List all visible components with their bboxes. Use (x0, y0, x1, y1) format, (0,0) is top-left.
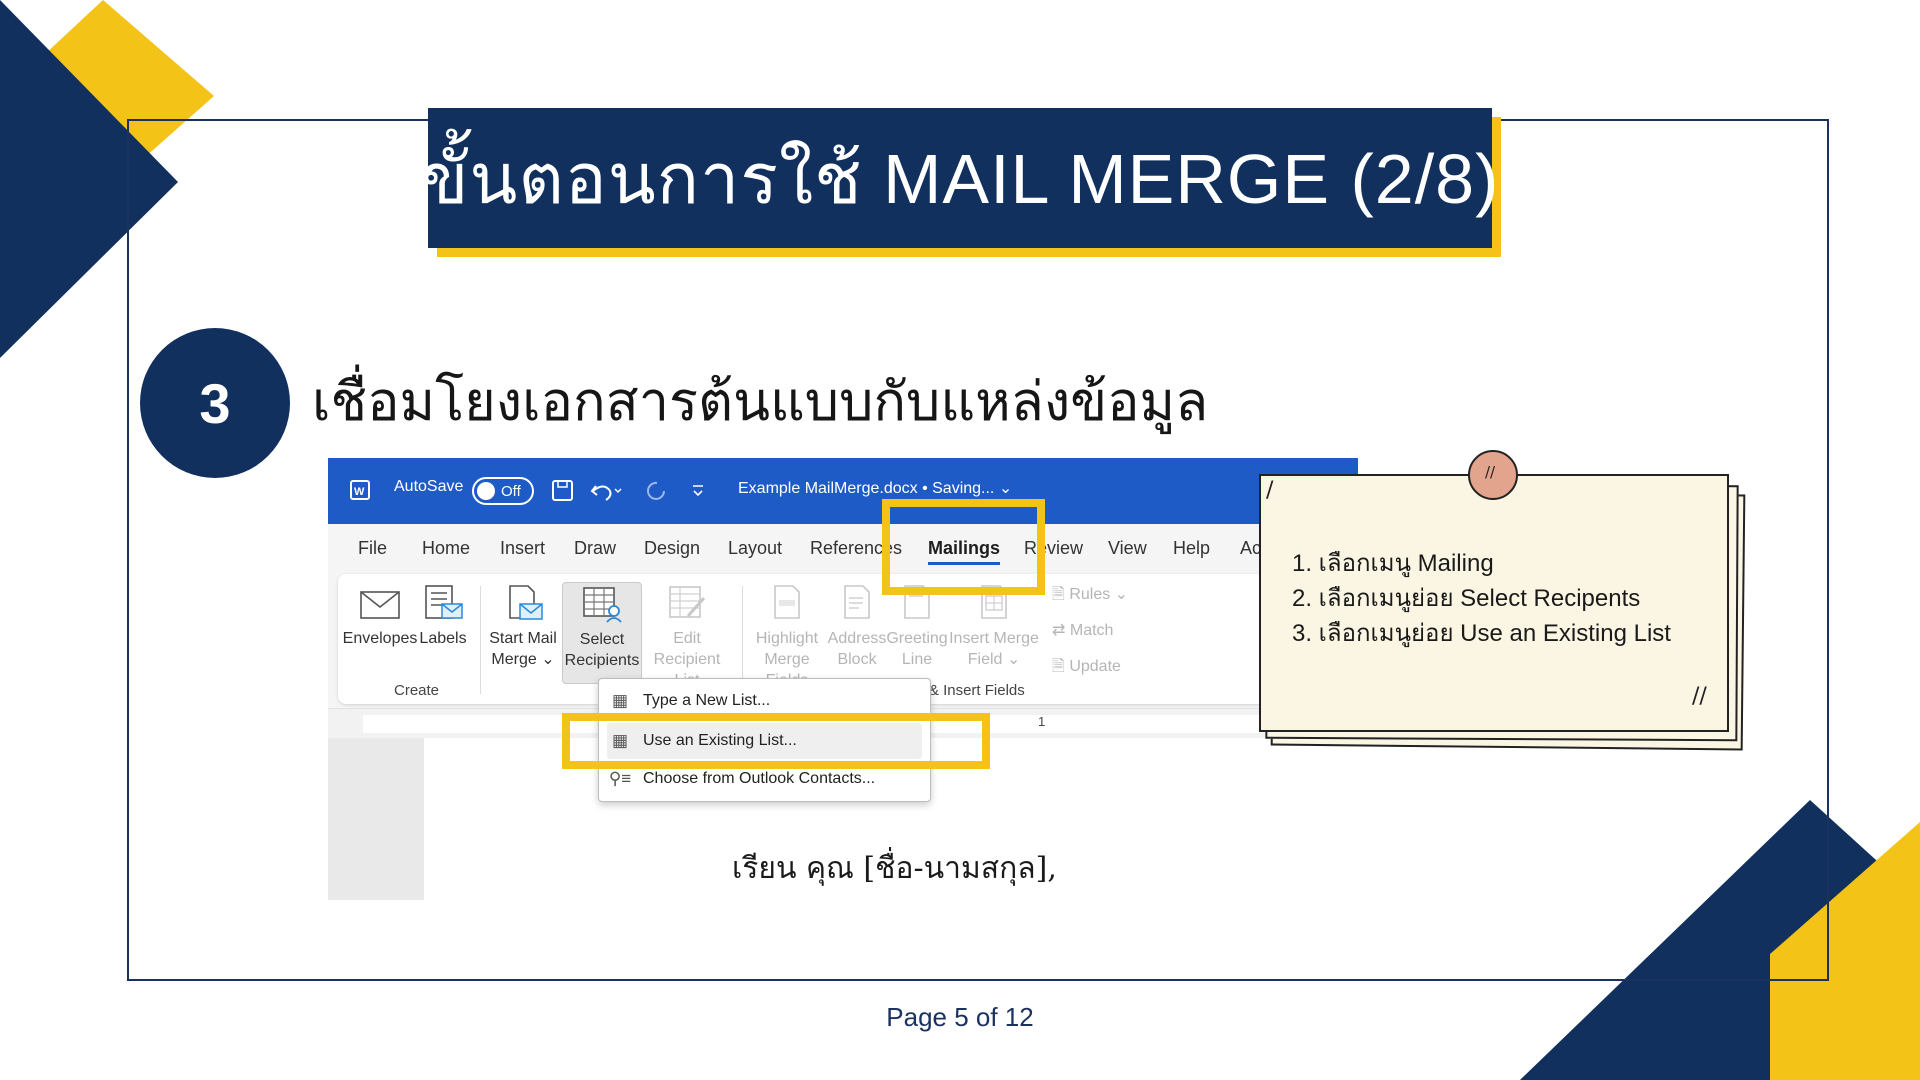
menu-outlook-contacts-label: Choose from Outlook Contacts... (643, 770, 876, 787)
tab-design[interactable]: Design (644, 538, 700, 559)
rules-button[interactable]: 🗎 Rules ⌄ (1052, 584, 1128, 605)
tab-view[interactable]: View (1108, 538, 1147, 559)
contacts-icon: ⚲≡ (608, 769, 632, 788)
slide-title: ขั้นตอนการใช้ MAIL MERGE (2/8) (420, 139, 1500, 218)
match-fields-icon: ⇄ (1052, 622, 1070, 639)
pin-mark: // (1485, 463, 1496, 481)
rules-label: Rules ⌄ (1069, 586, 1129, 603)
labels-label: Labels (419, 630, 467, 647)
svg-text:W: W (354, 486, 365, 498)
envelopes-label: Envelopes (342, 630, 418, 647)
step-number: 3 (199, 371, 231, 435)
tab-home[interactable]: Home (422, 538, 470, 559)
start-mail-merge-button[interactable]: Start Mail Merge ⌄ (486, 584, 560, 670)
insert-merge-field-button[interactable]: Insert Merge Field ⌄ (944, 584, 1044, 670)
save-icon[interactable] (550, 478, 576, 504)
step-badge: 3 (140, 328, 290, 478)
rules-icon: 🗎 (1052, 586, 1070, 603)
tab-overflow[interactable]: Ac (1240, 538, 1261, 559)
title-banner: ขั้นตอนการใช้ MAIL MERGE (2/8) (421, 108, 1498, 248)
ribbon-separator (480, 586, 481, 694)
word-logo-icon: W (350, 480, 370, 500)
address-block-icon (844, 585, 870, 619)
step-heading: เชื่อมโยงเอกสารต้นแบบกับแหล่งข้อมูล (312, 370, 1209, 433)
autosave-toggle[interactable]: Off (472, 477, 534, 505)
edit-recipient-list-line1: Edit (673, 630, 701, 647)
tab-insert[interactable]: Insert (500, 538, 545, 559)
undo-icon[interactable] (590, 478, 624, 504)
highlight-merge-fields-line1: Highlight (755, 630, 819, 647)
menu-type-new-list-label: Type a New List... (643, 692, 771, 709)
labels-button[interactable]: Labels (418, 584, 468, 649)
select-recipients-button[interactable]: Select Recipients ⌄ (562, 582, 642, 690)
tab-help[interactable]: Help (1173, 538, 1210, 559)
highlight-merge-fields-button[interactable]: Highlight Merge Fields (744, 584, 830, 691)
instruction-item: 2. เลือกเมนูย่อย Select Recipents (1292, 585, 1641, 612)
address-block-button[interactable]: Address Block (826, 584, 888, 670)
address-block-line2: Block (837, 651, 877, 668)
greeting-line-line1: Greeting (886, 630, 948, 647)
highlight-mailings-tab (882, 499, 1045, 595)
instruction-item: 3. เลือกเมนูย่อย Use an Existing List (1292, 620, 1671, 647)
select-recipients-icon (583, 587, 622, 623)
ruler-mark: 1 (1038, 714, 1046, 729)
insert-merge-field-line2: Field ⌄ (967, 651, 1021, 668)
edit-recipient-list-button[interactable]: Edit Recipient List (642, 584, 732, 691)
match-fields-button[interactable]: ⇄ Match (1052, 620, 1113, 641)
edit-list-icon (669, 586, 706, 618)
autosave-state: Off (501, 483, 521, 500)
envelopes-button[interactable]: Envelopes (342, 588, 418, 649)
update-labels-label: Update (1069, 658, 1121, 675)
scribble-bottom-right: // (1692, 684, 1707, 709)
update-labels-icon: 🗎 (1052, 658, 1070, 675)
highlight-fields-icon (774, 585, 800, 619)
insert-merge-field-line1: Insert Merge (949, 630, 1039, 647)
page-indicator: Page 5 of 12 (886, 1002, 1034, 1032)
tab-file[interactable]: File (358, 538, 387, 559)
labels-icon (425, 585, 463, 619)
update-labels-button[interactable]: 🗎 Update (1052, 656, 1121, 677)
toggle-knob (477, 482, 495, 500)
tab-draw[interactable]: Draw (574, 538, 616, 559)
match-fields-label: Match (1069, 622, 1114, 639)
slide: ขั้นตอนการใช้ MAIL MERGE (2/8) 3 เชื่อมโ… (0, 0, 1920, 1080)
ribbon-tabs: File Home Insert Draw Design Layout Refe… (328, 524, 1358, 574)
group-create-label: Create (394, 682, 440, 699)
document-title[interactable]: Example MailMerge.docx • Saving... ⌄ (738, 478, 1012, 498)
start-mail-merge-line2: Merge ⌄ (491, 651, 555, 668)
scribble-top-left: / (1266, 478, 1274, 503)
pushpin-icon: // (1468, 450, 1518, 500)
highlight-use-existing-list (562, 713, 990, 769)
word-titlebar: W AutoSave Off Example MailMerge.docx • … (328, 458, 1358, 524)
customize-toolbar-icon[interactable] (690, 480, 706, 500)
vertical-ruler (328, 738, 424, 900)
redo-icon[interactable] (644, 478, 670, 504)
autosave-label: AutoSave (394, 478, 464, 495)
start-mail-merge-icon (509, 585, 543, 620)
select-recipients-line1: Select (579, 631, 625, 648)
document-text: เรียน คุณ [ชื่อ-นามสกุล], (732, 851, 1057, 886)
instruction-item: 1. เลือกเมนู Mailing (1292, 550, 1494, 577)
table-icon: ▦ (611, 691, 629, 710)
tab-layout[interactable]: Layout (728, 538, 782, 559)
address-block-line1: Address (827, 630, 887, 647)
start-mail-merge-line1: Start Mail (489, 630, 557, 647)
greeting-line-button[interactable]: Greeting Line (886, 584, 948, 670)
instruction-list: 1. เลือกเมนู Mailing 2. เลือกเมนูย่อย Se… (1292, 546, 1671, 651)
envelope-icon (360, 591, 400, 619)
greeting-line-line2: Line (901, 651, 933, 668)
